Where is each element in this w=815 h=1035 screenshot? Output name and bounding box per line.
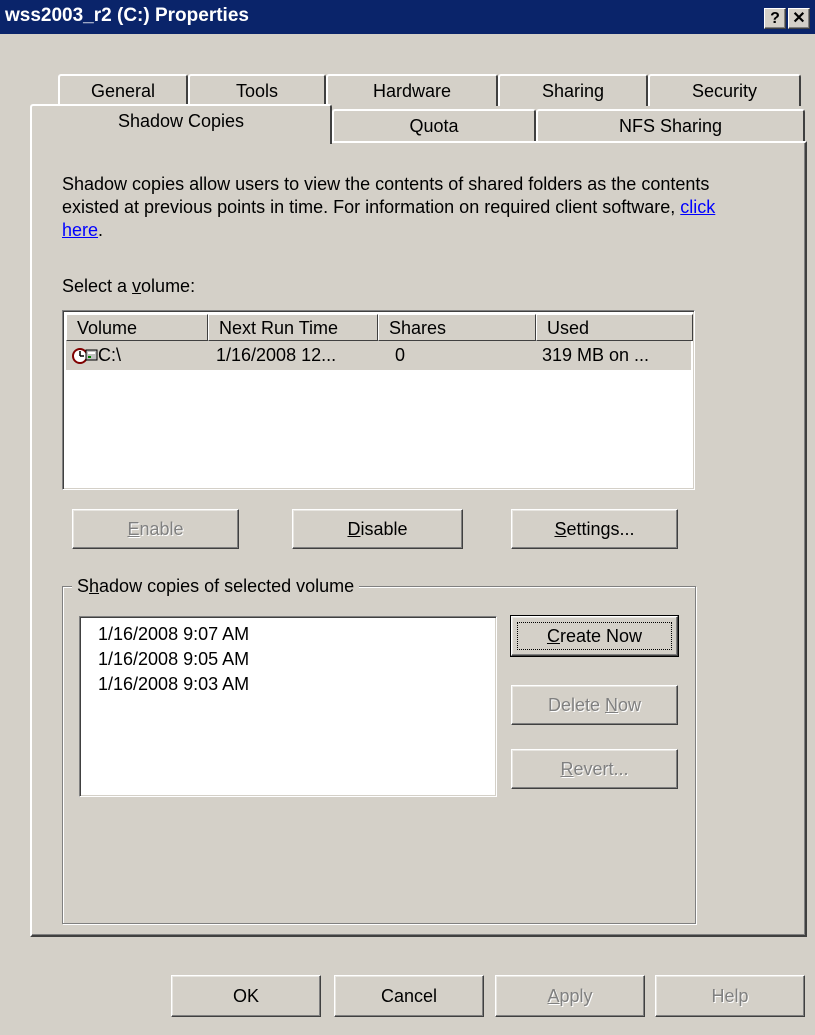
button-label: pply xyxy=(559,986,593,1006)
volume-row[interactable]: C:\ 1/16/2008 12... 0 319 MB on ... xyxy=(66,341,691,370)
column-header-shares[interactable]: Shares xyxy=(378,314,536,341)
tab-label: Hardware xyxy=(372,81,452,101)
tab-nfs-sharing[interactable]: NFS Sharing xyxy=(536,109,805,141)
shadow-copies-list[interactable]: 1/16/2008 9:07 AM 1/16/2008 9:05 AM 1/16… xyxy=(79,616,497,797)
revert-button[interactable]: Revert... xyxy=(511,749,678,789)
accel-key: E xyxy=(127,519,140,539)
column-label: Volume xyxy=(77,318,138,338)
tab-shadow-copies[interactable]: Shadow Copies xyxy=(30,104,332,144)
accel-key: S xyxy=(554,519,567,539)
description-end: . xyxy=(98,220,104,240)
select-volume-label: Select a volume: xyxy=(62,276,195,297)
tab-label: Quota xyxy=(409,116,459,136)
apply-button[interactable]: Apply xyxy=(495,975,645,1017)
question-mark-icon: ? xyxy=(770,10,780,27)
button-label: ettings... xyxy=(566,519,635,539)
list-item[interactable]: 1/16/2008 9:03 AM xyxy=(98,673,249,695)
column-header-used[interactable]: Used xyxy=(536,314,693,341)
volume-list[interactable]: Volume Next Run Time Shares Used C:\ 1/1… xyxy=(62,310,695,490)
window-title: wss2003_r2 (C:) Properties xyxy=(5,5,249,26)
button-label: nable xyxy=(139,519,184,539)
create-now-button[interactable]: Create Now xyxy=(510,615,679,657)
label-part: Select a xyxy=(62,276,133,296)
tab-hardware[interactable]: Hardware xyxy=(326,74,498,106)
next-run-cell: 1/16/2008 12... xyxy=(216,345,337,365)
button-label: Delete xyxy=(547,695,606,715)
button-label: isable xyxy=(360,519,408,539)
tab-label: Shadow Copies xyxy=(117,111,245,131)
column-header-next-run-time[interactable]: Next Run Time xyxy=(208,314,378,341)
shadow-copies-group-label: Shadow copies of selected volume xyxy=(72,576,360,597)
tab-sharing[interactable]: Sharing xyxy=(498,74,648,106)
cancel-button[interactable]: Cancel xyxy=(334,975,484,1017)
settings-button[interactable]: Settings... xyxy=(511,509,678,549)
description-text: Shadow copies allow users to view the co… xyxy=(62,173,722,242)
ok-button[interactable]: OK xyxy=(171,975,321,1017)
tab-general[interactable]: General xyxy=(58,74,188,106)
title-bar[interactable]: wss2003_r2 (C:) Properties ? ✕ xyxy=(0,0,815,34)
close-button[interactable]: ✕ xyxy=(788,8,810,29)
column-label: Used xyxy=(547,318,590,338)
shares-cell: 0 xyxy=(395,345,406,365)
clock-drive-icon xyxy=(71,345,99,370)
label-part: olume: xyxy=(141,276,196,296)
tab-label: NFS Sharing xyxy=(618,116,723,136)
label-part: S xyxy=(77,576,90,596)
tab-label: General xyxy=(90,81,156,101)
tab-security[interactable]: Security xyxy=(648,74,801,106)
accel-key: N xyxy=(605,695,619,715)
tab-tools[interactable]: Tools xyxy=(188,74,326,106)
tab-label: Tools xyxy=(235,81,279,101)
accel-key: A xyxy=(547,986,560,1006)
accel-key: R xyxy=(560,759,574,779)
label-accel: v xyxy=(132,276,142,296)
column-label: Shares xyxy=(389,318,447,338)
button-label: OK xyxy=(232,986,259,1006)
delete-now-button[interactable]: Delete Now xyxy=(511,685,678,725)
list-item[interactable]: 1/16/2008 9:07 AM xyxy=(98,623,249,645)
button-label: Help xyxy=(711,986,749,1006)
column-label: Next Run Time xyxy=(219,318,339,338)
tab-label: Sharing xyxy=(541,81,605,101)
enable-button[interactable]: Enable xyxy=(72,509,239,549)
button-label: evert... xyxy=(573,759,629,779)
button-label: ow xyxy=(618,695,642,715)
button-label: Cancel xyxy=(380,986,438,1006)
label-part: adow copies of selected volume xyxy=(99,576,355,596)
focus-rectangle xyxy=(517,622,672,650)
description-body: Shadow copies allow users to view the co… xyxy=(62,174,710,217)
tab-quota[interactable]: Quota xyxy=(332,109,536,141)
used-cell: 319 MB on ... xyxy=(542,345,650,365)
tab-label: Security xyxy=(691,81,758,101)
column-header-volume[interactable]: Volume xyxy=(66,314,208,341)
label-accel: h xyxy=(89,576,100,596)
help-footer-button[interactable]: Help xyxy=(655,975,805,1017)
disable-button[interactable]: Disable xyxy=(292,509,463,549)
list-item[interactable]: 1/16/2008 9:05 AM xyxy=(98,648,249,670)
help-button[interactable]: ? xyxy=(764,8,786,29)
close-icon: ✕ xyxy=(792,10,806,27)
accel-key: D xyxy=(347,519,361,539)
volume-cell: C:\ xyxy=(98,345,122,365)
